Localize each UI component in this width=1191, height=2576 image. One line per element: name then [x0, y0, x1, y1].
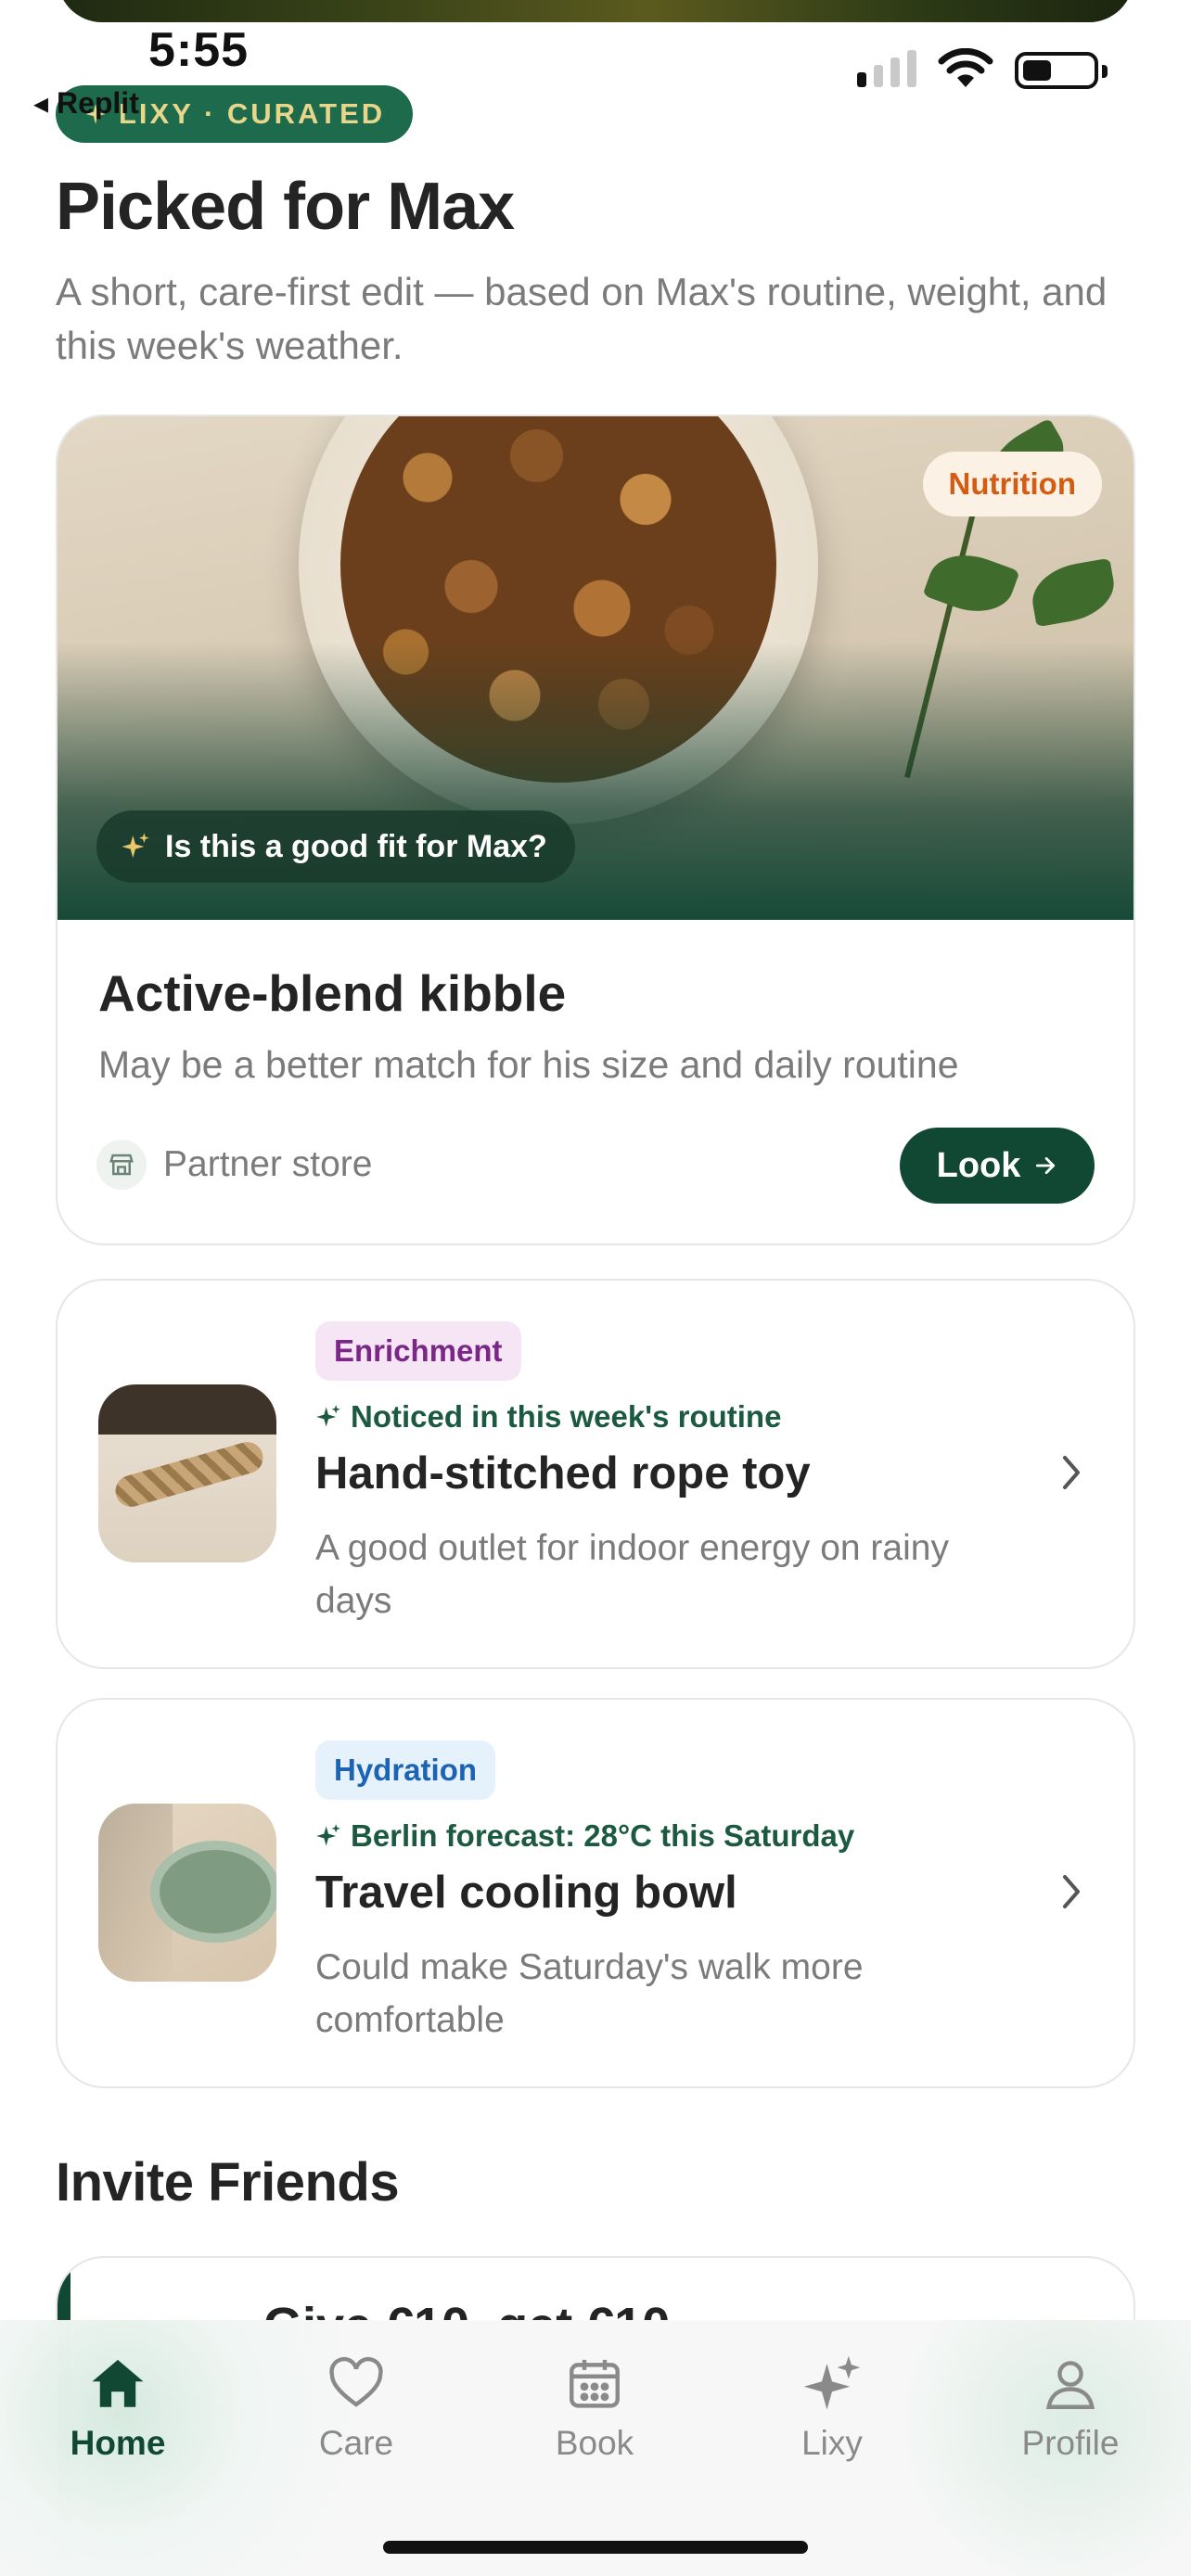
chevron-right-icon[interactable] [1057, 1871, 1085, 1912]
tab-label: Profile [1021, 2424, 1120, 2462]
insight-note: Berlin forecast: 28°C this Saturday [315, 1818, 854, 1854]
tab-label: Care [318, 2424, 394, 2462]
product-image-kibble: Nutrition Is this a good fit for Max? [58, 416, 1133, 920]
featured-product-card[interactable]: Nutrition Is this a good fit for Max? Ac… [56, 414, 1135, 1245]
chevron-right-icon[interactable] [1057, 1452, 1085, 1493]
insight-note-text: Berlin forecast: 28°C this Saturday [351, 1818, 855, 1853]
store-info: Partner store [96, 1140, 372, 1190]
category-badge: Hydration [315, 1741, 496, 1800]
product-card-cooling-bowl[interactable]: Hydration Berlin forecast: 28°C this Sat… [56, 1698, 1135, 2088]
product-thumbnail-cooling-bowl [98, 1804, 276, 1982]
tab-care[interactable]: Care [263, 2353, 449, 2463]
tab-label: Lixy [801, 2424, 863, 2462]
product-title: Hand-stitched rope toy [315, 1448, 811, 1498]
tab-profile[interactable]: Profile [978, 2353, 1163, 2463]
sparkle-icon [122, 833, 149, 858]
page-subtitle: A short, care-first edit — based on Max'… [56, 270, 1108, 367]
storefront-icon [96, 1140, 147, 1190]
status-bar: 5:55 [0, 0, 1191, 93]
battery-icon [1015, 52, 1108, 89]
tab-home[interactable]: Home [25, 2353, 211, 2463]
product-title: Travel cooling bowl [315, 1868, 737, 1918]
product-card-rope-toy[interactable]: Enrichment Noticed in this week's routin… [56, 1279, 1135, 1669]
wifi-icon [938, 48, 993, 87]
insight-note: Noticed in this week's routine [315, 1399, 781, 1435]
sparkle-icon [316, 1405, 340, 1427]
tab-bar: Home Care Book Lixy Profile [0, 2320, 1191, 2576]
product-thumbnail-rope-toy [98, 1384, 276, 1562]
tab-book[interactable]: Book [502, 2353, 687, 2463]
back-button[interactable]: ◂ Replit [33, 85, 139, 121]
page-title: Picked for Max [56, 170, 515, 244]
person-icon [1045, 2361, 1095, 2409]
home-indicator[interactable] [383, 2541, 808, 2554]
cellular-signal-icon [857, 50, 916, 87]
product-description: May be a better match for his size and d… [98, 1043, 959, 1086]
look-button[interactable]: Look [900, 1128, 1095, 1204]
product-description: A good outlet for indoor energy on rainy… [315, 1528, 949, 1621]
heart-icon [329, 2356, 383, 2407]
tab-label: Home [70, 2424, 166, 2462]
status-time: 5:55 [148, 23, 250, 77]
store-label: Partner store [163, 1144, 373, 1184]
tab-lixy[interactable]: Lixy [739, 2353, 925, 2463]
look-button-label: Look [936, 1145, 1021, 1185]
home-icon [92, 2359, 144, 2407]
category-badge: Enrichment [315, 1321, 521, 1381]
section-title-invite: Invite Friends [56, 2152, 400, 2213]
insight-note-text: Noticed in this week's routine [351, 1399, 782, 1434]
calendar-icon [570, 2359, 620, 2408]
tab-label: Book [555, 2424, 634, 2462]
product-description: Could make Saturday's walk more comforta… [315, 1947, 864, 2040]
fit-check-label: Is this a good fit for Max? [165, 828, 547, 864]
product-title: Active-blend kibble [98, 964, 567, 1022]
sparkle-icon [316, 1824, 340, 1846]
curated-badge-label: LIXY · CURATED [119, 97, 386, 130]
category-badge: Nutrition [922, 452, 1102, 516]
sparkle-icon [803, 2355, 861, 2410]
fit-check-button[interactable]: Is this a good fit for Max? [96, 810, 575, 883]
arrow-right-icon [1036, 1157, 1056, 1174]
